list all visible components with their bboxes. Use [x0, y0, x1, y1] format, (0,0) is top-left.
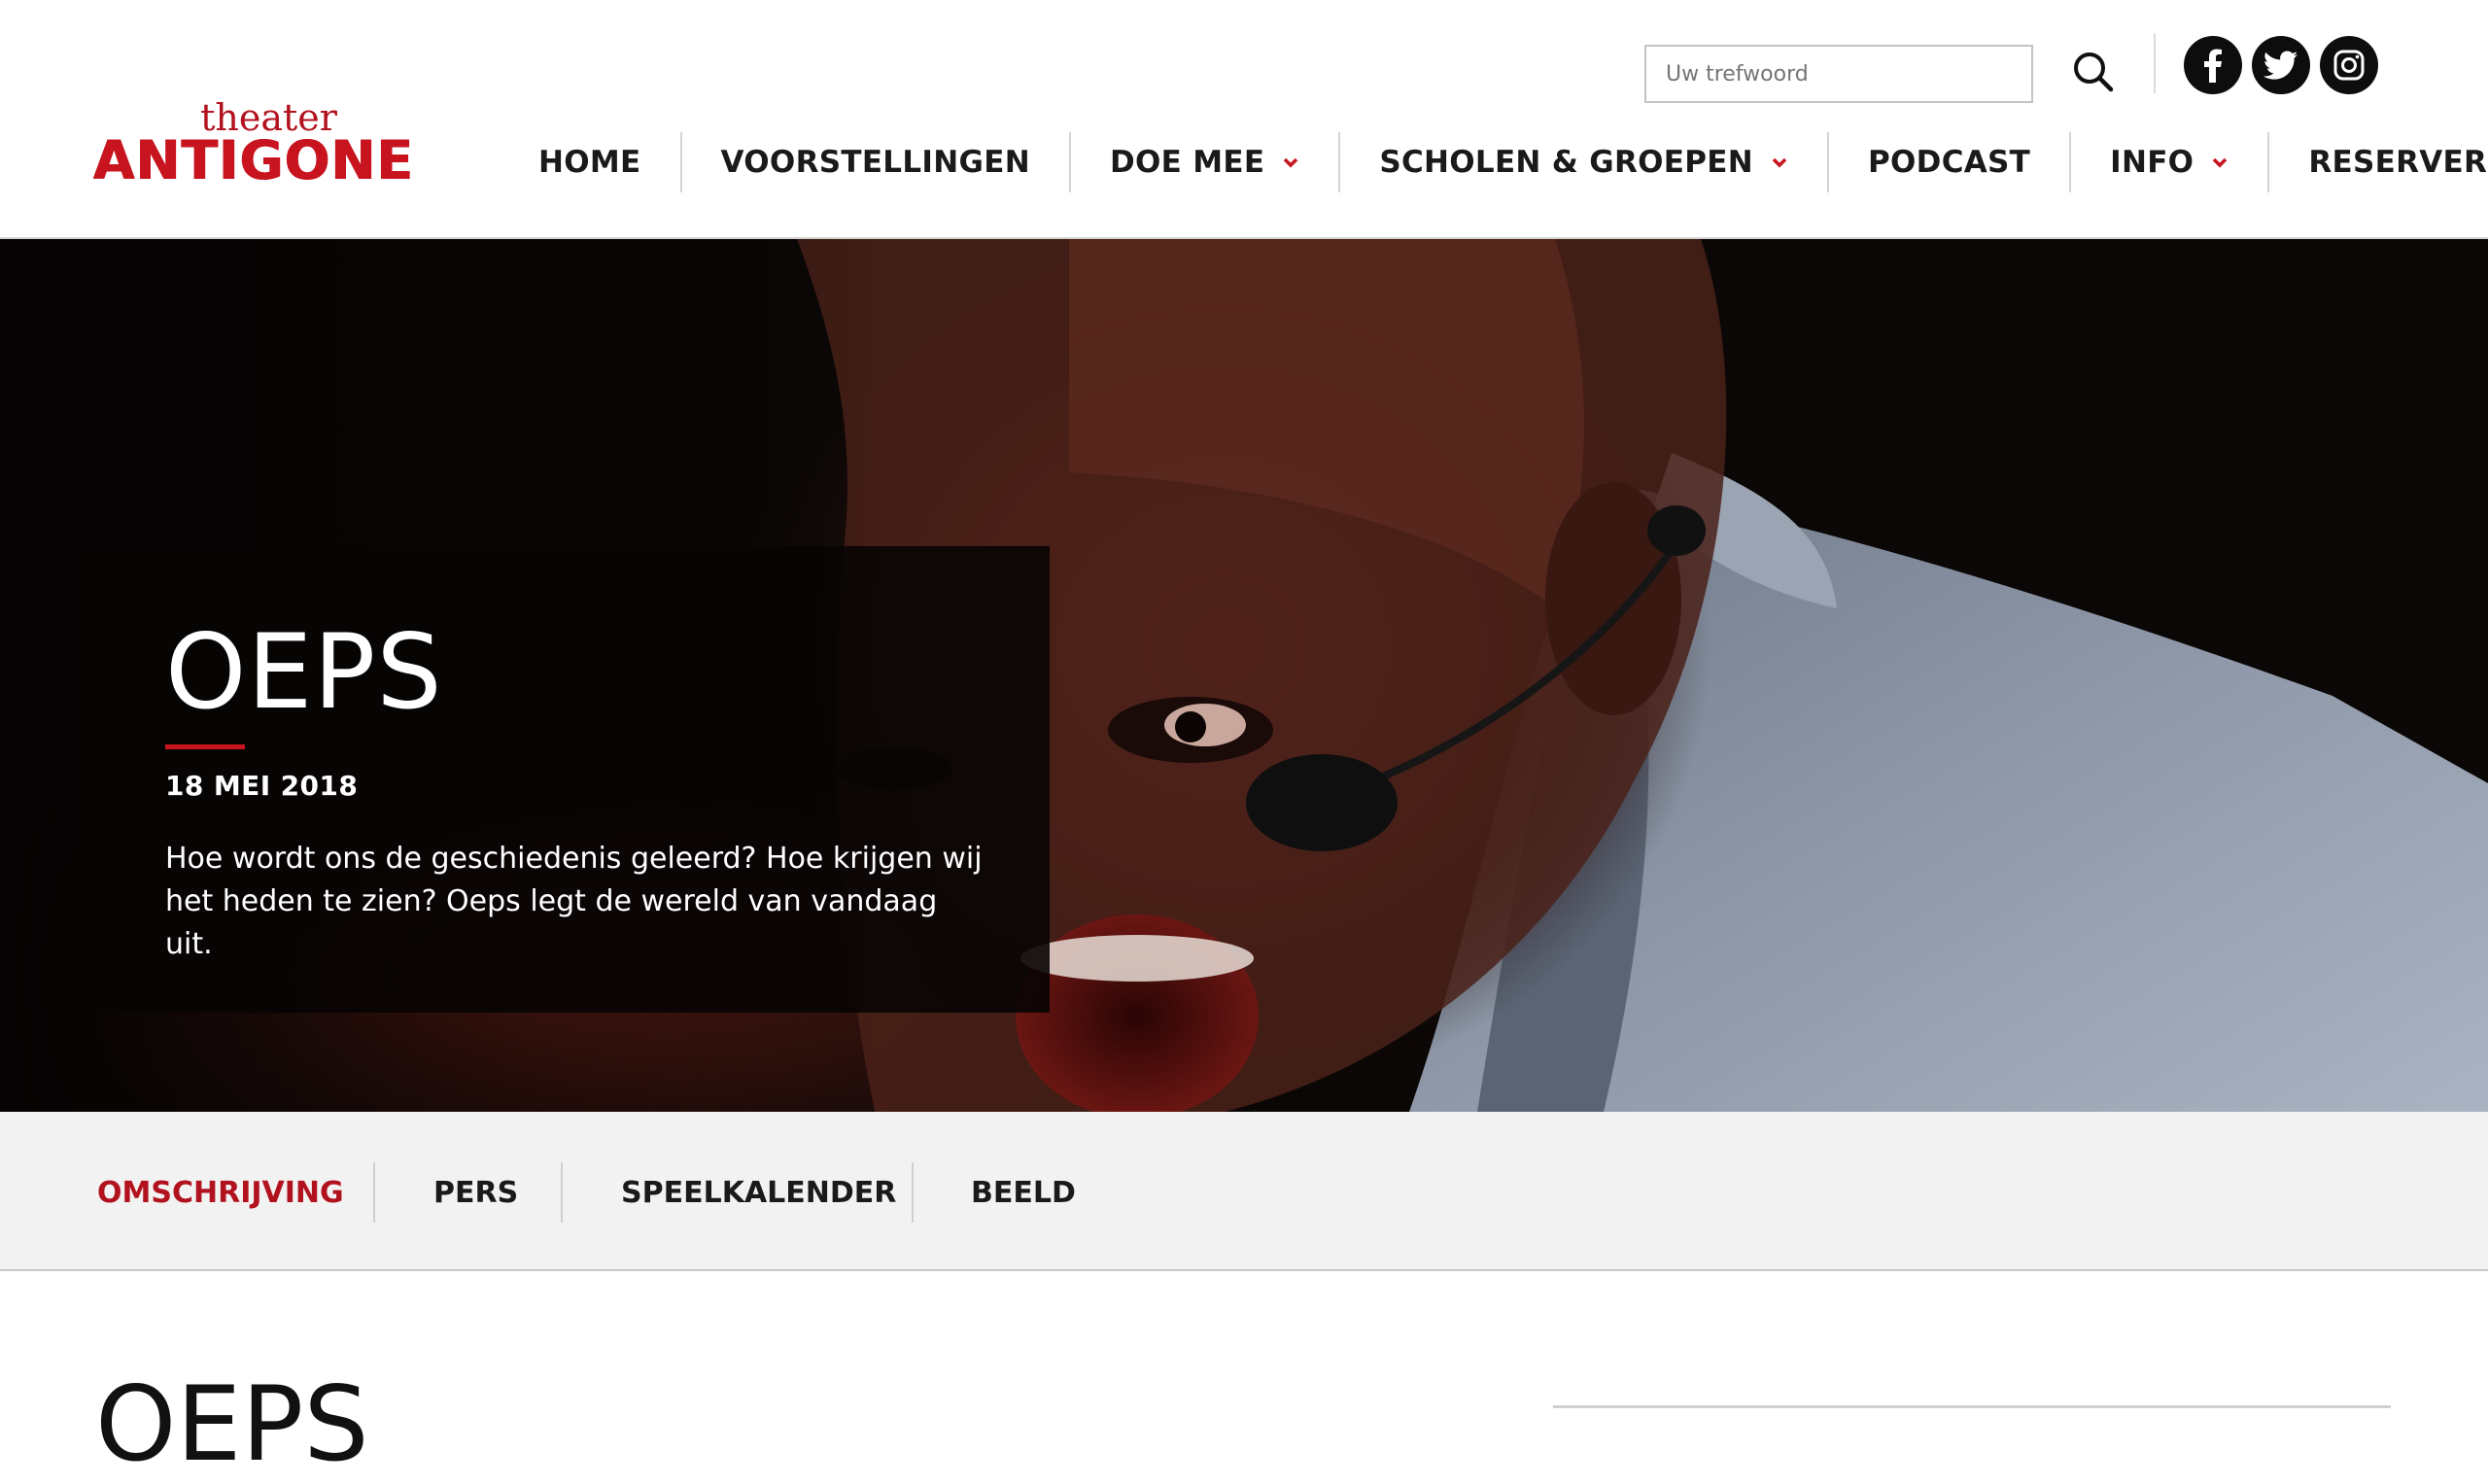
twitter-link[interactable] — [2252, 36, 2310, 94]
tab-beeld[interactable]: BEELD — [971, 1162, 1076, 1223]
tab-label: OMSCHRIJVING — [97, 1175, 344, 1210]
tab-pers[interactable]: PERS — [433, 1162, 518, 1223]
tab-label: SPEELKALENDER — [621, 1175, 897, 1210]
tab-speelkalender[interactable]: SPEELKALENDER — [621, 1162, 896, 1223]
detail-tabs: OMSCHRIJVING PERS SPEELKALENDER BEELD — [0, 1112, 2488, 1271]
chevron-down-icon — [2213, 157, 2228, 168]
site-header: theater ANTIGONE HOME VOORSTELLINGEN — [0, 0, 2488, 239]
tab-divider — [912, 1162, 914, 1223]
search-button[interactable] — [2068, 47, 2121, 99]
nav-label: HOME — [538, 145, 641, 180]
tab-divider — [561, 1162, 563, 1223]
tab-label: BEELD — [971, 1175, 1076, 1210]
nav-item-reserveren[interactable]: RESERVEREN — [2269, 132, 2488, 192]
hero-title-underline — [165, 744, 245, 749]
nav-item-doe-mee[interactable]: DOE MEE — [1071, 132, 1341, 192]
chevron-down-icon — [1284, 157, 1298, 168]
instagram-link[interactable] — [2320, 36, 2378, 94]
nav-item-voorstellingen[interactable]: VOORSTELLINGEN — [682, 132, 1071, 192]
nav-label: PODCAST — [1867, 145, 2031, 180]
sidebar-divider — [1553, 1405, 2391, 1408]
nav-item-home[interactable]: HOME — [500, 132, 682, 192]
search-icon — [2074, 52, 2114, 92]
tab-label: PERS — [433, 1175, 519, 1210]
tab-omschrijving[interactable]: OMSCHRIJVING — [97, 1162, 344, 1223]
nav-label: DOE MEE — [1109, 145, 1265, 180]
nav-item-info[interactable]: INFO — [2071, 132, 2270, 192]
instagram-icon — [2333, 50, 2365, 81]
nav-label: SCHOLEN & GROEPEN — [1379, 145, 1753, 180]
tab-divider — [373, 1162, 375, 1223]
nav-label: VOORSTELLINGEN — [720, 145, 1030, 180]
header-divider — [2154, 33, 2156, 93]
content-title: OEPS — [95, 1364, 369, 1484]
nav-item-scholen-groepen[interactable]: SCHOLEN & GROEPEN — [1340, 132, 1829, 192]
hero-date: 18 MEI 2018 — [165, 770, 359, 802]
chevron-down-icon — [1772, 157, 1787, 168]
twitter-icon — [2263, 51, 2298, 80]
hero-description: Hoe wordt ons de geschiedenis geleerd? H… — [165, 842, 983, 961]
hero-card: OEPS 18 MEI 2018 Hoe wordt ons de geschi… — [78, 546, 1050, 1013]
logo-text-antigone: ANTIGONE — [93, 129, 415, 191]
search-input[interactable] — [1644, 45, 2033, 103]
facebook-link[interactable] — [2184, 36, 2242, 94]
nav-label: RESERVEREN — [2308, 145, 2488, 180]
hero-banner: OEPS 18 MEI 2018 Hoe wordt ons de geschi… — [0, 239, 2488, 1112]
facebook-icon — [2204, 49, 2222, 83]
hero-title: OEPS — [165, 612, 443, 732]
nav-item-podcast[interactable]: PODCAST — [1829, 132, 2072, 192]
main-nav: HOME VOORSTELLINGEN DOE MEE SCHOLEN & GR… — [500, 132, 2488, 192]
nav-label: INFO — [2110, 145, 2194, 180]
theater-antigone-logo[interactable]: theater ANTIGONE — [93, 97, 438, 190]
